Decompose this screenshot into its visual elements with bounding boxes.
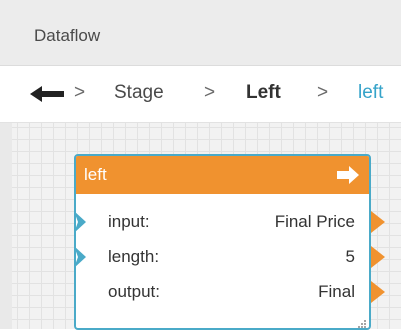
breadcrumb-item-left-bold[interactable]: Left xyxy=(246,82,281,104)
row-label: output: xyxy=(108,282,160,301)
breadcrumb: > Stage > Left > left xyxy=(0,66,401,123)
right-arrow-icon[interactable] xyxy=(335,164,361,186)
back-arrow-icon[interactable] xyxy=(30,80,68,108)
node-header[interactable]: left xyxy=(76,156,369,194)
row-label: length: xyxy=(108,247,160,266)
output-port-icon[interactable] xyxy=(371,281,385,303)
output-port-icon[interactable] xyxy=(371,246,385,268)
breadcrumb-item-current[interactable]: left xyxy=(358,82,383,104)
breadcrumb-item-stage[interactable]: Stage xyxy=(114,82,164,104)
input-port-icon[interactable] xyxy=(74,246,88,268)
row-value[interactable]: Final xyxy=(318,282,355,302)
breadcrumb-separator: > xyxy=(317,82,329,103)
row-label: input: xyxy=(108,212,150,231)
title-bar: Dataflow xyxy=(0,0,401,66)
node-row-input: input: Final Price xyxy=(74,207,385,237)
row-value[interactable]: 5 xyxy=(346,247,355,267)
breadcrumb-separator: > xyxy=(74,82,86,103)
window-title: Dataflow xyxy=(34,26,101,45)
output-port-icon[interactable] xyxy=(371,211,385,233)
node-title: left xyxy=(84,165,107,184)
input-port-icon[interactable] xyxy=(74,211,88,233)
resize-handle-icon[interactable] xyxy=(357,316,367,328)
dataflow-node[interactable]: left input: Final Price length: 5 output… xyxy=(74,154,385,330)
row-value[interactable]: Final Price xyxy=(275,212,355,232)
node-row-output: output: Final xyxy=(76,277,385,307)
node-row-length: length: 5 xyxy=(74,242,385,272)
breadcrumb-separator: > xyxy=(204,82,216,103)
